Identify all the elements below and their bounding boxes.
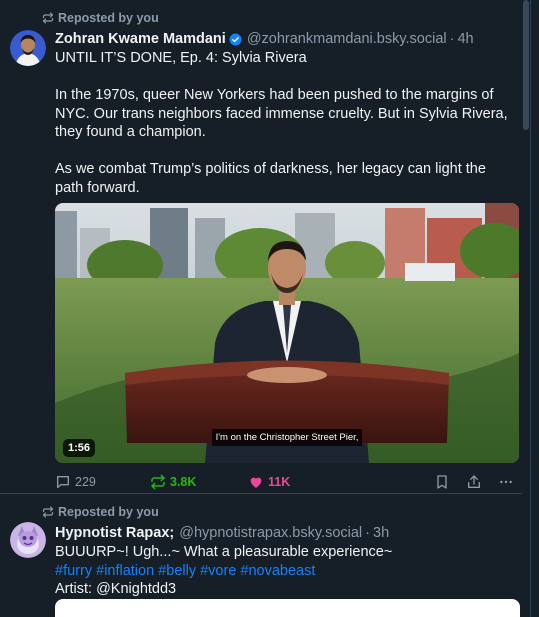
post-text-line: In the 1970s, queer New Yorkers had been…: [55, 87, 508, 140]
video-embed[interactable]: I'm on the Christopher Street Pier, 1:56: [55, 203, 519, 463]
avatar[interactable]: [10, 30, 46, 66]
hashtag-link[interactable]: #belly: [158, 563, 196, 579]
bookmark-icon: [437, 475, 447, 489]
share-icon: [468, 475, 480, 488]
author-display-name[interactable]: Zohran Kwame Mamdani: [55, 29, 226, 49]
post-header: Hypnotist Rapax; @hypnotistrapax.bsky.so…: [55, 523, 516, 543]
post-text-line: Artist: @Knightdd3: [55, 581, 177, 597]
post-text-line: BUUURP~! Ugh...~ What a pleasurable expe…: [55, 544, 393, 560]
hashtag-link[interactable]: #vore: [200, 563, 236, 579]
repost-button[interactable]: 3.8K: [150, 474, 196, 490]
hashtag-link[interactable]: #inflation: [96, 563, 154, 579]
author-display-name[interactable]: Hypnotist Rapax;: [55, 523, 174, 543]
repost-indicator[interactable]: Reposted by you: [42, 10, 516, 26]
repost-icon: [42, 506, 54, 518]
scrollbar[interactable]: [522, 0, 530, 617]
share-button[interactable]: [466, 474, 486, 490]
hashtag-line: #furry #inflation #belly #vore #novabeas…: [55, 562, 516, 581]
author-handle[interactable]: @hypnotistrapax.bsky.social: [179, 523, 362, 543]
feed-post[interactable]: Reposted by you Zohran Kwame Mamdani @zo…: [0, 0, 530, 494]
hashtag-link[interactable]: #novabeast: [240, 563, 315, 579]
repost-indicator[interactable]: Reposted by you: [42, 504, 516, 520]
post-header: Zohran Kwame Mamdani @zohrankmamdani.bsk…: [55, 29, 516, 49]
like-icon: [250, 477, 262, 488]
embed-card[interactable]: [55, 599, 520, 617]
reply-icon: [57, 476, 69, 488]
verified-icon[interactable]: [229, 33, 242, 46]
repost-count: 3.8K: [170, 475, 197, 489]
author-handle[interactable]: @zohrankmamdani.bsky.social: [247, 29, 447, 49]
post-text: UNTIL IT’S DONE, Ep. 4: Sylvia Rivera In…: [55, 49, 516, 197]
scrollbar-thumb[interactable]: [523, 0, 529, 130]
feed: Reposted by you Zohran Kwame Mamdani @zo…: [0, 0, 531, 617]
repost-label: Reposted by you: [58, 11, 159, 25]
video-thumbnail: [55, 203, 519, 463]
more-icon: [500, 480, 512, 484]
repost-label: Reposted by you: [58, 505, 159, 519]
repost-icon: [42, 12, 54, 24]
repost-icon: [151, 474, 165, 490]
reply-count: 229: [75, 475, 96, 489]
more-options-button[interactable]: [498, 474, 518, 490]
separator: ·: [449, 31, 455, 47]
post-text-line: As we combat Trump’s politics of darknes…: [55, 161, 486, 196]
like-button[interactable]: 11K: [248, 474, 290, 490]
separator: ·: [365, 525, 370, 541]
post-time[interactable]: 4h: [457, 29, 473, 49]
bookmark-button[interactable]: [434, 474, 454, 490]
post-text: BUUURP~! Ugh...~ What a pleasurable expe…: [55, 543, 516, 599]
like-count: 11K: [268, 475, 291, 489]
video-subtitle: I'm on the Christopher Street Pier,: [55, 427, 519, 446]
post-actions: 229 3.8K 11K: [55, 474, 516, 494]
reply-button[interactable]: 229: [55, 474, 96, 490]
video-duration: 1:56: [63, 439, 96, 457]
hashtag-link[interactable]: #furry: [55, 563, 92, 579]
post-time[interactable]: 3h: [373, 523, 389, 543]
post-text-line: UNTIL IT’S DONE, Ep. 4: Sylvia Rivera: [55, 50, 307, 66]
avatar[interactable]: [10, 522, 46, 558]
feed-post[interactable]: Reposted by you Hypnotist Rapax; @hypnot…: [0, 494, 530, 617]
